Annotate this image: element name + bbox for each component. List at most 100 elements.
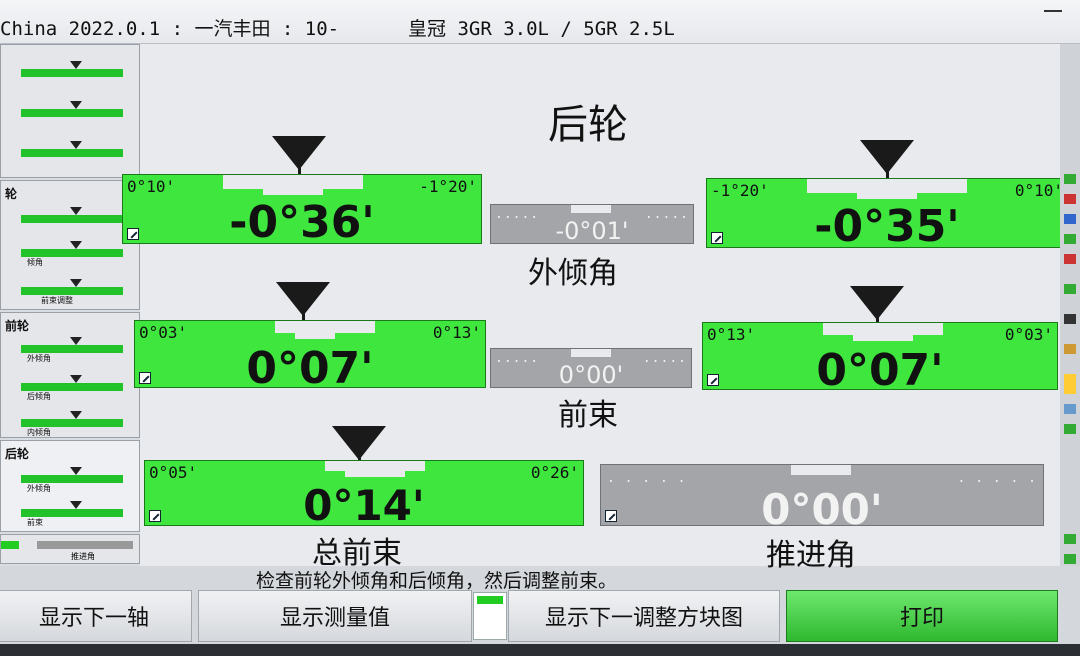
pointer-icon	[70, 141, 82, 149]
sidebar-thumb-caption: 前束调整	[41, 296, 73, 305]
range-right: 0°10'	[1014, 181, 1063, 200]
right-camber-pointer-icon	[860, 140, 914, 186]
sidebar-group-thrust[interactable]: 推进角	[0, 534, 140, 564]
tool-icon[interactable]	[1064, 404, 1076, 414]
instruction-text: 检查前轮外倾角和后倾角，然后调整前束。	[256, 570, 618, 592]
tool-strip	[1060, 44, 1080, 566]
cross-camber-value: -0°01'	[555, 217, 629, 245]
tool-icon[interactable]	[1064, 194, 1076, 204]
sidebar-thumb[interactable]: 倾角	[7, 231, 133, 267]
title-software: China 2022.0.1 : 一汽丰田 : 10-	[0, 18, 340, 40]
tool-icon[interactable]	[1064, 554, 1076, 564]
left-toe-pointer-icon	[276, 282, 330, 328]
edit-icon[interactable]	[711, 232, 723, 244]
tool-icon[interactable]	[1064, 344, 1076, 354]
tool-icon[interactable]	[1064, 424, 1076, 434]
cross-toe-value: 0°00'	[558, 361, 624, 389]
gauge-thumb	[21, 383, 123, 391]
pointer-icon	[70, 101, 82, 109]
thrust-angle-value: 0°00'	[761, 485, 883, 534]
total-toe-pointer-icon	[332, 426, 386, 472]
next-axle-button[interactable]: 显示下一轴	[0, 590, 192, 642]
right-toe-gauge[interactable]: 0°13' 0°03' 0°07'	[702, 322, 1058, 396]
tool-icon[interactable]	[1064, 254, 1076, 264]
right-camber-value: -0°35'	[814, 201, 960, 252]
show-measurement-button[interactable]: 显示测量值	[198, 590, 472, 642]
measurement-panel: 后轮 0°10' -1°20' -0°36' ..... ..... -0°01…	[122, 44, 1068, 573]
gauge-notch	[263, 175, 323, 195]
tool-icon[interactable]	[1064, 534, 1076, 544]
left-toe-value: 0°07'	[246, 343, 374, 394]
toe-label: 前束	[558, 398, 618, 433]
gauge-thumb	[21, 287, 123, 295]
thrust-angle-gauge[interactable]: . . . . . . . . . . 0°00'	[600, 464, 1044, 534]
sidebar-group-front[interactable]: 前轮 外倾角 后倾角 内倾角	[0, 312, 140, 438]
sidebar-thumb[interactable]	[7, 91, 133, 125]
tool-icon[interactable]	[1064, 374, 1076, 394]
range-right: -1°20'	[419, 177, 477, 196]
taskbar	[0, 644, 1080, 656]
page-title: 后轮	[548, 102, 628, 148]
sidebar-group-vehicle[interactable]	[0, 44, 140, 178]
range-left: -1°20'	[711, 181, 769, 200]
sidebar-thumb[interactable]	[7, 131, 133, 165]
status-indicator	[473, 592, 507, 640]
sidebar-thumb[interactable]	[7, 51, 133, 85]
pointer-icon	[70, 467, 82, 475]
print-button[interactable]: 打印	[786, 590, 1058, 642]
gauge-thumb	[21, 109, 123, 117]
edit-icon[interactable]	[605, 510, 617, 522]
sidebar-thumb-caption: 内倾角	[27, 428, 51, 437]
left-camber-gauge[interactable]: 0°10' -1°20' -0°36'	[122, 174, 482, 248]
minimize-icon[interactable]	[1044, 10, 1062, 12]
total-toe-value: 0°14'	[303, 481, 425, 530]
pointer-icon	[70, 279, 82, 287]
sidebar-thumb[interactable]: 外倾角	[7, 457, 133, 493]
tool-icon[interactable]	[1064, 174, 1076, 184]
right-camber-gauge[interactable]: -1°20' 0°10' -0°35'	[706, 178, 1068, 252]
sidebar-group-adjust[interactable]: 轮 倾角 前束调整	[0, 180, 140, 310]
sidebar-group-rear[interactable]: 后轮 外倾角 前束	[0, 440, 140, 532]
edit-icon[interactable]	[707, 374, 719, 386]
gauge-thumb	[21, 69, 123, 77]
tool-icon[interactable]	[1064, 314, 1076, 324]
tool-icon[interactable]	[1064, 234, 1076, 244]
left-camber-value: -0°36'	[229, 197, 375, 248]
sidebar-thumb-caption: 前束	[27, 518, 43, 527]
sidebar-thumb[interactable]: 前束	[7, 491, 133, 527]
total-toe-gauge[interactable]: 0°05' 0°26' 0°14'	[144, 460, 584, 530]
tool-icon[interactable]	[1064, 214, 1076, 224]
left-toe-gauge[interactable]: 0°03' 0°13' 0°07'	[134, 320, 486, 394]
edit-icon[interactable]	[127, 228, 139, 240]
gauge-thumb	[1, 541, 19, 549]
gauge-thumb	[21, 419, 123, 427]
sidebar-thumb[interactable]: 外倾角	[7, 327, 133, 363]
next-adjustment-button[interactable]: 显示下一调整方块图	[508, 590, 780, 642]
gauge-notch	[295, 321, 335, 339]
gauge-thumb	[21, 249, 123, 257]
gauge-thumb	[21, 149, 123, 157]
sidebar-thumb[interactable]: 内倾角	[7, 401, 133, 437]
gauge-thumb	[21, 475, 123, 483]
sidebar-thumb[interactable]: 前束调整	[7, 269, 133, 305]
range-left: 0°10'	[127, 177, 176, 196]
cross-camber-gauge[interactable]: ..... ..... -0°01'	[490, 204, 694, 245]
pointer-icon	[70, 337, 82, 345]
range-right: 0°03'	[1004, 325, 1053, 344]
gauge-notch	[571, 205, 611, 213]
sidebar-thumb[interactable]	[7, 197, 133, 231]
tool-icon[interactable]	[1064, 284, 1076, 294]
sidebar-thumb-caption: 推进角	[71, 552, 95, 561]
gauge-notch	[857, 179, 917, 199]
sidebar-thumb-caption: 倾角	[27, 258, 43, 267]
cross-toe-gauge[interactable]: ..... ..... 0°00'	[490, 348, 692, 389]
title-bar: China 2022.0.1 : 一汽丰田 : 10- 皇冠 3GR 3.0L …	[0, 0, 1080, 44]
pointer-icon	[70, 61, 82, 69]
range-right: 0°26'	[530, 463, 579, 482]
edit-icon[interactable]	[149, 510, 161, 522]
gauge-notch	[791, 465, 851, 475]
edit-icon[interactable]	[139, 372, 151, 384]
title-vehicle: 皇冠 3GR 3.0L / 5GR 2.5L	[408, 18, 675, 40]
range-right: 0°13'	[432, 323, 481, 342]
sidebar-thumb[interactable]: 后倾角	[7, 365, 133, 401]
